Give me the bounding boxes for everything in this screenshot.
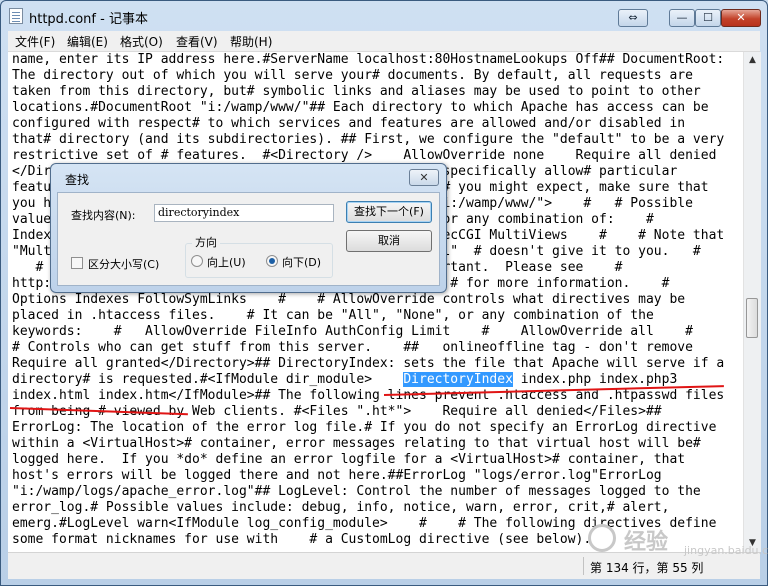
text-line: placed in .htaccess files. # It can be "…: [12, 308, 654, 323]
radio-selected-dot: [269, 258, 275, 264]
text-line: taken from this directory, but# symbolic…: [12, 84, 701, 99]
cancel-button[interactable]: 取消: [346, 230, 432, 252]
text-line: keywords: # AllowOverride FileInfo AuthC…: [12, 324, 693, 339]
close-button[interactable]: ✕: [721, 9, 761, 27]
watermark-text: 经验: [624, 530, 669, 555]
text-line: Require all granted</Directory>## Direct…: [12, 356, 725, 371]
text-line: Options Indexes FollowSymLinks # # Allow…: [12, 292, 686, 307]
text-line-tail: index.php index.php3: [512, 372, 678, 387]
text-line: The directory out of which you will serv…: [12, 68, 693, 83]
find-dialog: 查找 ✕ 查找内容(N): directoryindex 查找下一个(F) 取消…: [50, 163, 447, 293]
menu-file[interactable]: 文件(F): [15, 33, 55, 50]
watermark: 经验 jingyan.baidu.com: [588, 520, 768, 560]
text-line: # Controls who can get stuff from this s…: [12, 340, 693, 355]
text-line: "i:/wamp/logs/apache_error.log"## LogLev…: [12, 484, 701, 499]
maximize-icon: ☐: [703, 11, 713, 24]
title-bar[interactable]: httpd.conf - 记事本 ⇔ — ☐ ✕: [1, 1, 767, 31]
text-editor[interactable]: name, enter its IP address here.#ServerN…: [8, 52, 743, 552]
text-line: name, enter its IP address here.#ServerN…: [12, 52, 725, 67]
scroll-up-arrow-icon[interactable]: ▲: [744, 52, 761, 69]
restore-icon: ⇔: [628, 11, 638, 24]
text-line: some format nicknames for use with # a C…: [12, 532, 592, 547]
find-dialog-body: 查找内容(N): directoryindex 查找下一个(F) 取消 方向 向…: [57, 192, 440, 286]
menu-format[interactable]: 格式(O): [120, 33, 163, 50]
window-title: httpd.conf - 记事本: [29, 12, 148, 27]
text-line: restrictive set of # features. #<Directo…: [12, 148, 717, 163]
text-line: ErrorLog: The location of the error log …: [12, 420, 717, 435]
cursor-position: 第 134 行，第 55 列: [590, 561, 704, 575]
direction-down-label[interactable]: 向下(D): [282, 254, 321, 270]
direction-label: 方向: [192, 234, 220, 250]
text-line: within a <VirtualHost># container, error…: [12, 436, 701, 451]
match-case-checkbox[interactable]: [71, 257, 83, 269]
close-icon: ✕: [736, 11, 746, 24]
text-line: configured with respect# to which servic…: [12, 116, 686, 131]
watermark-subtext: jingyan.baidu.com: [684, 544, 768, 557]
find-dialog-title: 查找: [65, 173, 90, 187]
menu-edit[interactable]: 编辑(E): [67, 33, 108, 50]
text-line: index.html index.htm</IfModule>## The fo…: [12, 388, 725, 403]
menu-bar: 文件(F) 编辑(E) 格式(O) 查看(V) 帮助(H): [8, 31, 760, 52]
maximize-button[interactable]: ☐: [695, 9, 721, 27]
text-line: logged here. If you *do* define an error…: [12, 452, 686, 467]
find-next-button[interactable]: 查找下一个(F): [346, 201, 432, 223]
vertical-scrollbar[interactable]: ▲ ▼: [743, 52, 761, 552]
selected-text: DirectoryIndex: [403, 372, 513, 387]
direction-up-radio[interactable]: [191, 255, 203, 267]
menu-help[interactable]: 帮助(H): [230, 33, 272, 50]
direction-up-label[interactable]: 向上(U): [207, 254, 246, 270]
notepad-app-icon: [9, 8, 23, 24]
scroll-thumb[interactable]: [746, 298, 758, 338]
editor-text: name, enter its IP address here.#ServerN…: [8, 52, 743, 548]
restore-down-button[interactable]: ⇔: [618, 9, 648, 27]
status-separator: [583, 557, 584, 575]
text-line: host's errors will be logged there and n…: [12, 468, 662, 483]
find-what-label: 查找内容(N):: [71, 209, 136, 222]
text-line: error_log.# Possible values include: deb…: [12, 500, 670, 515]
find-dialog-close-button[interactable]: ✕: [409, 169, 439, 186]
text-line: that# directory (and its subdirectories)…: [12, 132, 725, 147]
menu-view[interactable]: 查看(V): [176, 33, 218, 50]
match-case-label[interactable]: 区分大小写(C): [88, 256, 159, 272]
notepad-window: httpd.conf - 记事本 ⇔ — ☐ ✕ 文件(F) 编辑(E) 格式(…: [0, 0, 768, 586]
text-line: directory# is requested.#<IfModule dir_m…: [12, 372, 404, 387]
minimize-icon: —: [676, 11, 688, 24]
text-line: locations.#DocumentRoot "i:/wamp/www/"##…: [12, 100, 709, 115]
minimize-button[interactable]: —: [669, 9, 695, 27]
find-what-input[interactable]: directoryindex: [154, 204, 334, 222]
direction-down-radio[interactable]: [266, 255, 278, 267]
watermark-logo-icon: [588, 524, 616, 552]
